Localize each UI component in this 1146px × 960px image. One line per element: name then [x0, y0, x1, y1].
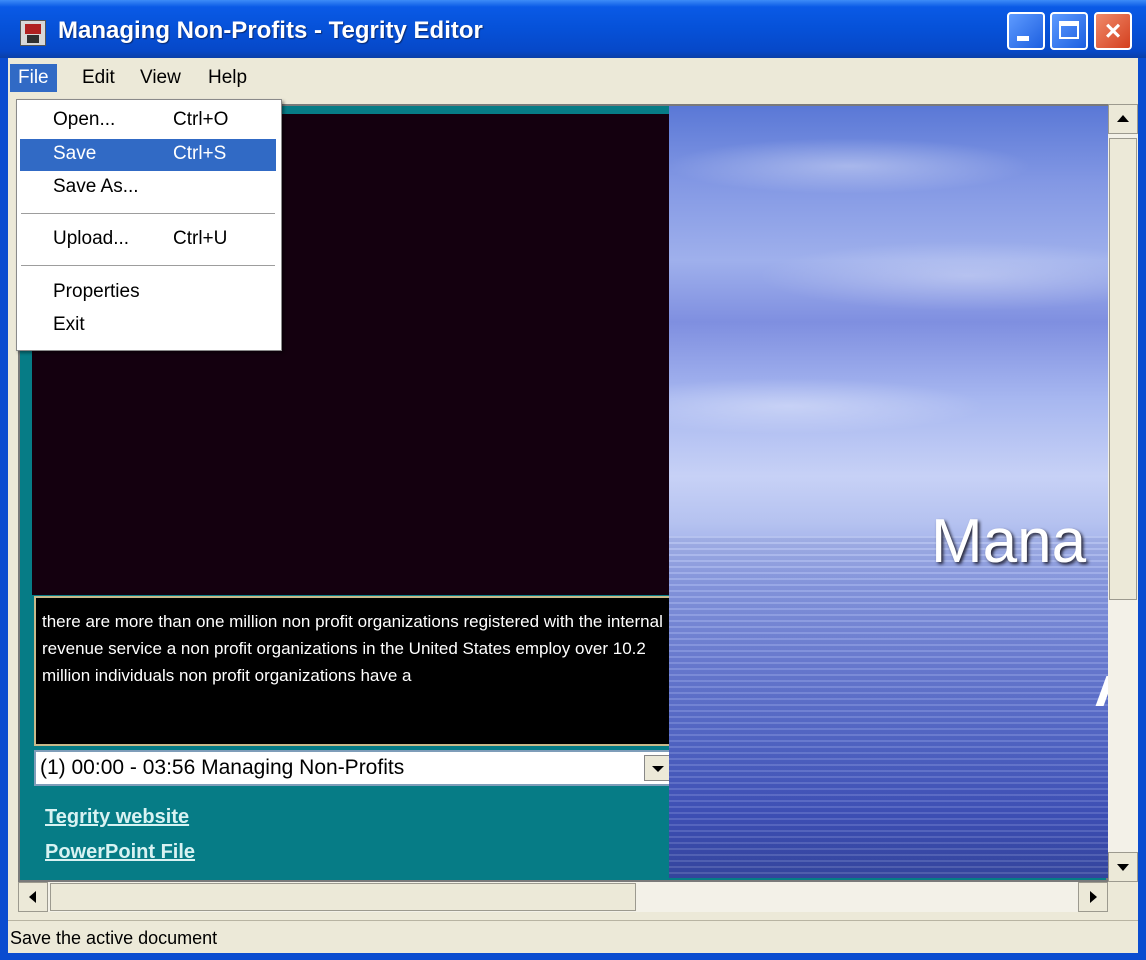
slide-title: Mana: [931, 507, 1087, 576]
menu-item-upload[interactable]: Upload... Ctrl+U: [20, 224, 276, 256]
chapter-select-value: (1) 00:00 - 03:56 Managing Non-Profits: [40, 756, 405, 779]
powerpoint-file-link[interactable]: PowerPoint File: [45, 841, 195, 864]
slide-preview: Mana: [669, 106, 1108, 878]
scroll-left-button[interactable]: [18, 882, 48, 912]
slide-sky: [669, 106, 1108, 526]
caption-box: there are more than one million non prof…: [34, 596, 672, 746]
window-title: Managing Non-Profits - Tegrity Editor: [58, 17, 483, 44]
menu-bar: File Edit View Help: [8, 58, 1138, 98]
tegrity-website-link[interactable]: Tegrity website: [45, 806, 189, 829]
menu-separator: [21, 213, 275, 215]
status-bar: Save the active document: [8, 920, 1138, 953]
horizontal-scrollbar[interactable]: [18, 882, 1108, 912]
menu-item-label: Upload...: [53, 228, 130, 249]
horizontal-scroll-thumb[interactable]: [50, 883, 636, 911]
menu-item-shortcut: Ctrl+S: [173, 143, 227, 164]
status-text: Save the active document: [10, 928, 218, 948]
menu-item-save-as[interactable]: Save As...: [20, 172, 276, 204]
menu-edit[interactable]: Edit: [74, 64, 123, 92]
vertical-scroll-thumb[interactable]: [1109, 138, 1137, 600]
menu-item-label: Open...: [53, 109, 116, 130]
chapter-select[interactable]: (1) 00:00 - 03:56 Managing Non-Profits: [34, 750, 674, 786]
title-bar[interactable]: Managing Non-Profits - Tegrity Editor ×: [0, 0, 1146, 58]
menu-separator: [21, 265, 275, 267]
menu-view[interactable]: View: [132, 64, 189, 92]
menu-file[interactable]: File: [10, 64, 57, 92]
file-menu-dropdown: Open... Ctrl+O Save Ctrl+S Save As... Up…: [16, 99, 282, 351]
scroll-corner: [1108, 882, 1138, 912]
close-icon: ×: [1104, 15, 1122, 46]
menu-item-exit[interactable]: Exit: [20, 310, 276, 342]
vertical-scrollbar[interactable]: [1108, 104, 1138, 882]
menu-item-label: Save As...: [53, 176, 139, 197]
menu-item-save[interactable]: Save Ctrl+S: [20, 139, 276, 171]
close-button[interactable]: ×: [1094, 12, 1132, 50]
scroll-right-button[interactable]: [1078, 882, 1108, 912]
slide-water: [669, 536, 1108, 878]
menu-item-open[interactable]: Open... Ctrl+O: [20, 105, 276, 137]
scroll-down-button[interactable]: [1108, 852, 1138, 882]
tegrity-app-icon[interactable]: [20, 20, 46, 46]
minimize-button[interactable]: [1007, 12, 1045, 50]
menu-item-label: Exit: [53, 314, 85, 335]
menu-item-shortcut: Ctrl+U: [173, 228, 228, 249]
scroll-up-button[interactable]: [1108, 104, 1138, 134]
menu-item-label: Save: [53, 143, 97, 164]
maximize-button[interactable]: [1050, 12, 1088, 50]
menu-item-shortcut: Ctrl+O: [173, 109, 229, 130]
menu-item-label: Properties: [53, 281, 140, 302]
menu-item-properties[interactable]: Properties: [20, 277, 276, 309]
menu-help[interactable]: Help: [200, 64, 255, 92]
chevron-down-icon[interactable]: [644, 755, 670, 781]
